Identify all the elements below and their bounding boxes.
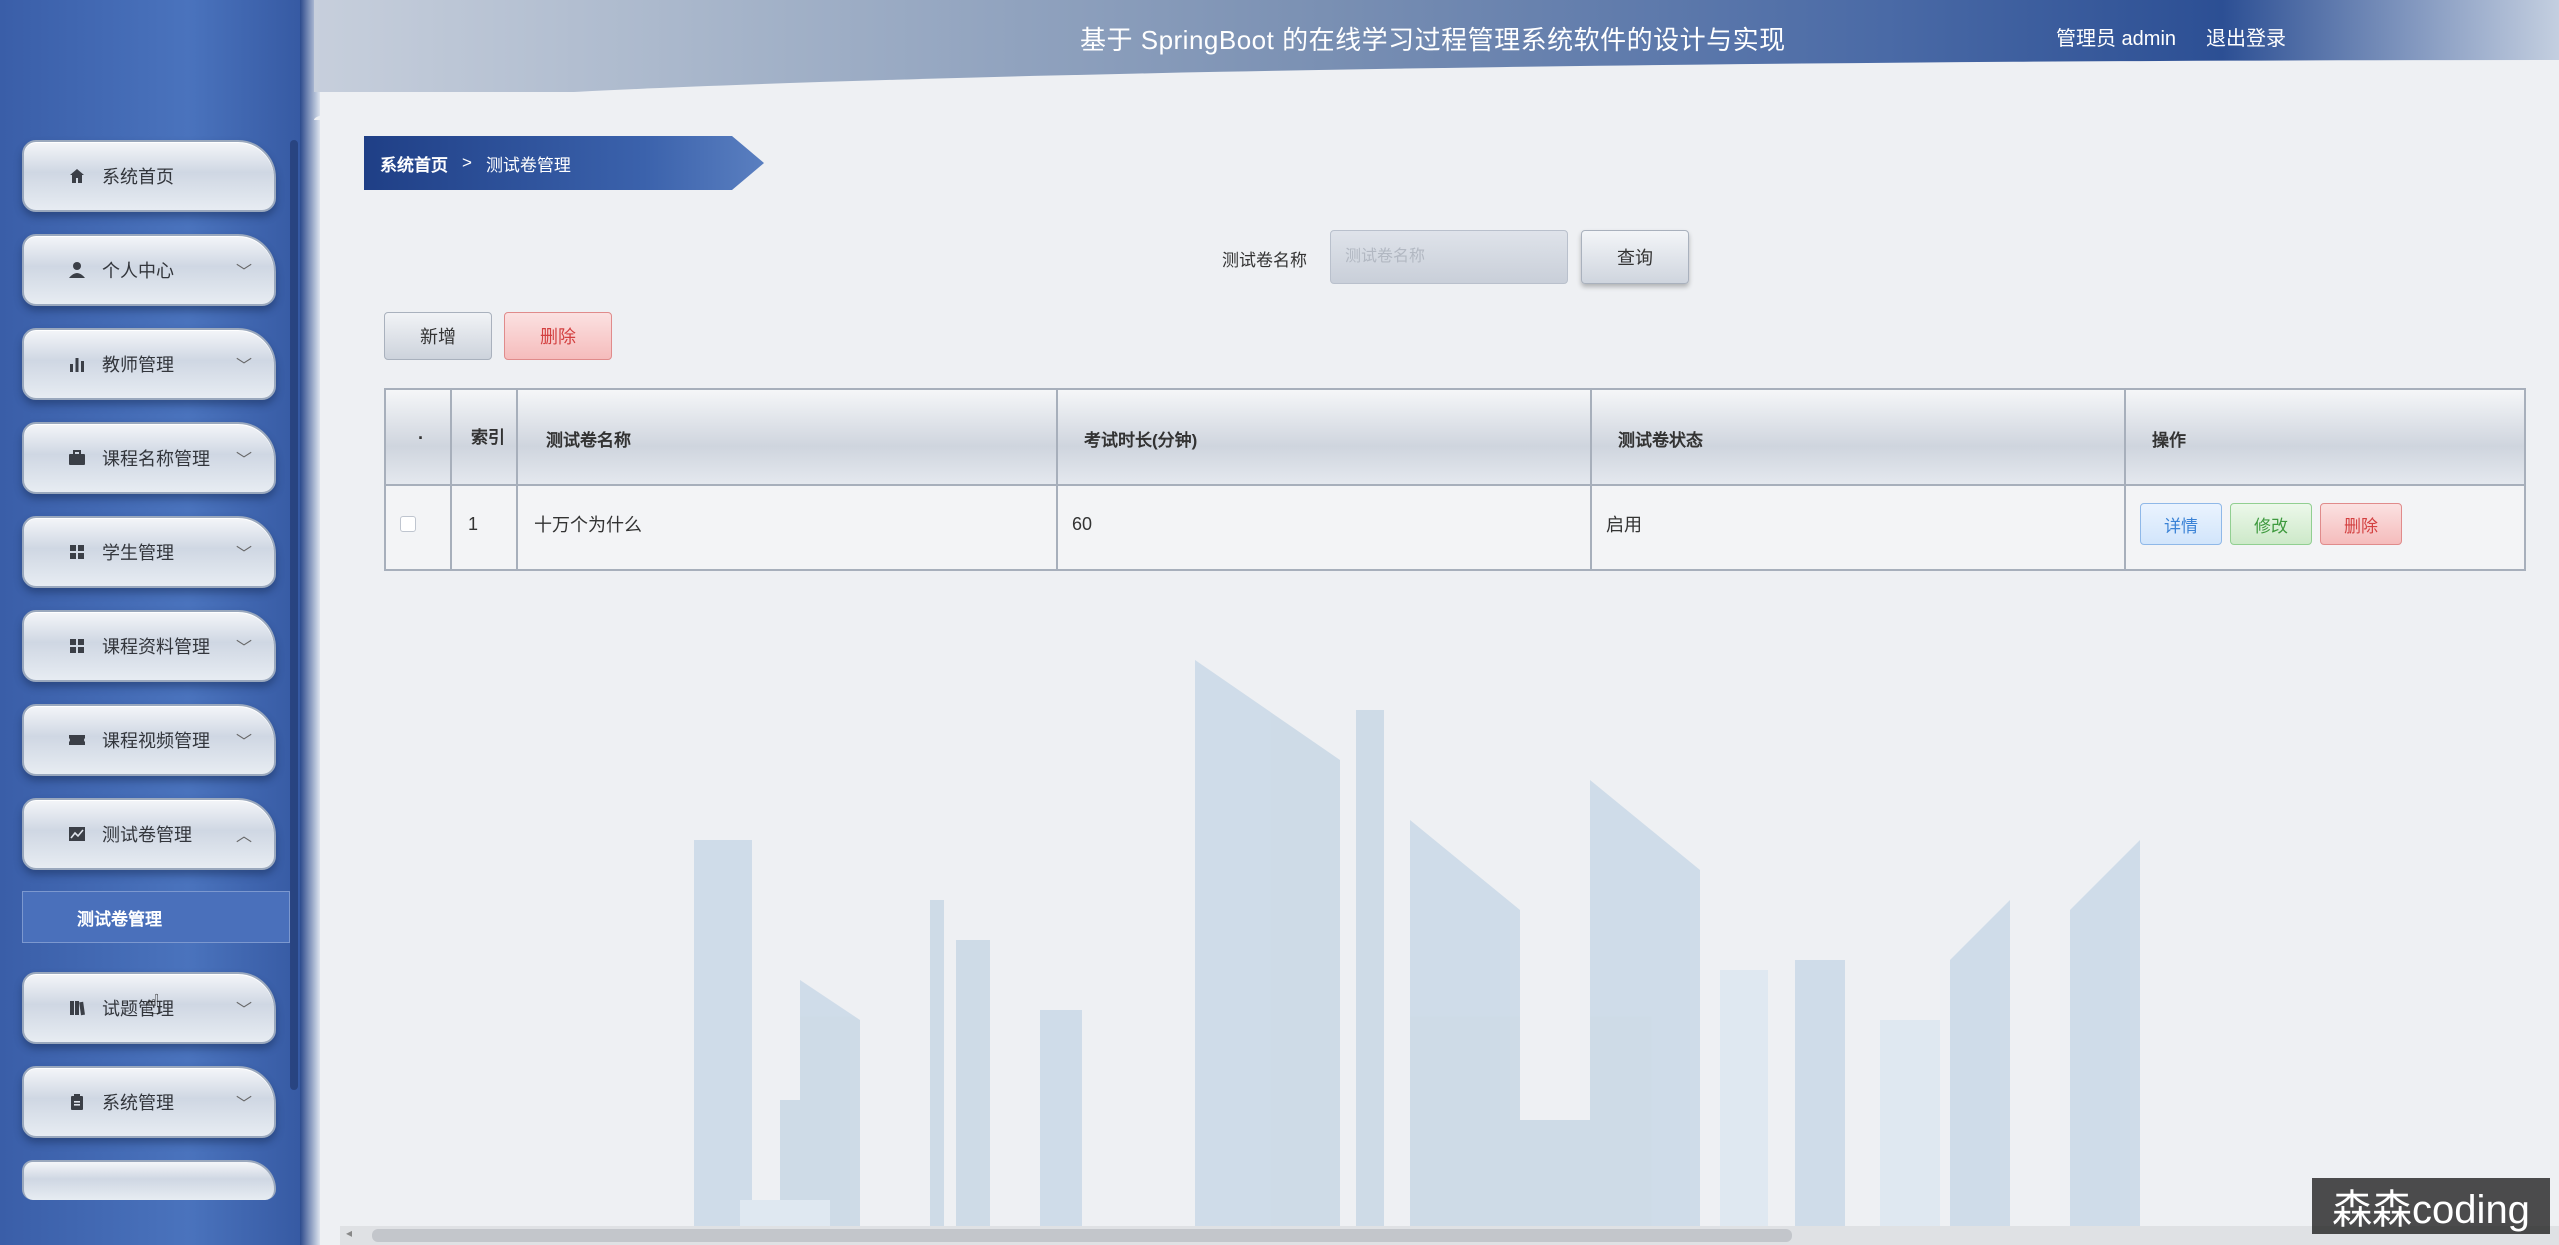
sidebar-item-profile[interactable]: 个人中心 ﹀ (22, 234, 276, 306)
bar-chart-icon (66, 353, 88, 375)
breadcrumb-separator: > (462, 153, 472, 172)
breadcrumb-home[interactable]: 系统首页 (380, 151, 448, 176)
breadcrumb: 系统首页 > 测试卷管理 (364, 136, 764, 190)
mouse-pointer-icon: ☝ (144, 989, 162, 1020)
test-paper-table: · 索引 测试卷名称 考试时长(分钟) 测试卷状态 操作 1 十万个为什么 60… (384, 388, 2526, 571)
sidebar-item-label: 教师管理 (102, 355, 174, 375)
sidebar-edge (300, 0, 320, 1245)
watermark: 森森coding (2312, 1178, 2550, 1234)
chevron-up-icon: ︿ (235, 828, 252, 845)
search-button[interactable]: 查询 (1581, 230, 1689, 284)
chevron-down-icon: ﹀ (235, 546, 252, 563)
submenu-item-label: 测试卷管理 (77, 909, 162, 929)
select-all-checkbox[interactable]: · (406, 420, 436, 456)
ticket-icon (66, 729, 88, 751)
submenu-item-test-papers[interactable]: 测试卷管理 (22, 891, 290, 943)
sidebar-item-course-materials[interactable]: 课程资料管理 ﹀ (22, 610, 276, 682)
row-duration: 60 (1072, 513, 1093, 534)
batch-delete-button[interactable]: 删除 (504, 312, 612, 360)
table-header: · 索引 测试卷名称 考试时长(分钟) 测试卷状态 操作 (386, 390, 2524, 486)
sidebar-item-course-names[interactable]: 课程名称管理 ﹀ (22, 422, 276, 494)
header-duration: 考试时长(分钟) (1084, 430, 1198, 450)
sidebar-item-label: 系统首页 (102, 167, 174, 187)
sidebar-item-partial[interactable] (22, 1160, 276, 1200)
current-user: 管理员 admin (2056, 28, 2177, 50)
row-actions: 详情 修改 删除 (2140, 503, 2410, 545)
search-input[interactable] (1330, 230, 1568, 284)
chevron-down-icon: ﹀ (235, 640, 252, 657)
sidebar-item-students[interactable]: 学生管理 ﹀ (22, 516, 276, 588)
row-checkbox[interactable] (400, 504, 416, 544)
scroll-left-icon[interactable]: ◂ (346, 1226, 352, 1240)
sidebar-item-label: 课程名称管理 (102, 449, 210, 469)
sidebar-item-label: 个人中心 (102, 261, 174, 281)
header-actions: 操作 (2152, 430, 2186, 450)
briefcase-icon (66, 447, 88, 469)
chevron-down-icon: ﹀ (235, 452, 252, 469)
row-index: 1 (468, 513, 479, 534)
detail-button[interactable]: 详情 (2140, 503, 2222, 545)
sidebar-item-label: 课程资料管理 (102, 637, 210, 657)
sidebar-item-label: 测试卷管理 (102, 825, 192, 845)
header-status: 测试卷状态 (1618, 430, 1703, 450)
sidebar-item-system[interactable]: 系统管理 ﹀ (22, 1066, 276, 1138)
column-divider (1056, 390, 1058, 569)
home-icon (66, 165, 88, 187)
header-index: 索引 (471, 428, 505, 447)
chevron-down-icon: ﹀ (235, 264, 252, 281)
sidebar-item-label: 课程视频管理 (102, 731, 210, 751)
sidebar-item-home[interactable]: 系统首页 (22, 140, 276, 212)
column-divider (516, 390, 518, 569)
chevron-down-icon: ﹀ (235, 1096, 252, 1113)
sidebar-item-test-papers[interactable]: 测试卷管理 ︿ (22, 798, 276, 870)
row-status: 启用 (1606, 515, 1642, 535)
chevron-down-icon: ﹀ (235, 1002, 252, 1019)
sidebar-item-teachers[interactable]: 教师管理 ﹀ (22, 328, 276, 400)
column-divider (450, 390, 452, 569)
user-icon (66, 259, 88, 281)
search-label: 测试卷名称 (1222, 251, 1307, 270)
sidebar-item-label: 试题管理 (102, 999, 174, 1019)
row-name: 十万个为什么 (534, 515, 642, 535)
sidebar-item-label: 学生管理 (102, 543, 174, 563)
column-divider (1590, 390, 1592, 569)
delete-button[interactable]: 删除 (2320, 503, 2402, 545)
chevron-down-icon: ﹀ (235, 734, 252, 751)
column-divider (2124, 390, 2126, 569)
sidebar-item-course-videos[interactable]: 课程视频管理 ﹀ (22, 704, 276, 776)
book-icon (66, 997, 88, 1019)
trend-icon (66, 823, 88, 845)
add-button[interactable]: 新增 (384, 312, 492, 360)
edit-button[interactable]: 修改 (2230, 503, 2312, 545)
logout-link[interactable]: 退出登录 (2206, 22, 2286, 51)
grid-icon (66, 541, 88, 563)
breadcrumb-current: 测试卷管理 (485, 155, 571, 175)
sidebar-scrollbar[interactable] (290, 140, 298, 1090)
grid-icon (66, 635, 88, 657)
header-name: 测试卷名称 (546, 430, 631, 450)
app-title: 基于 SpringBoot 的在线学习过程管理系统软件的设计与实现 (1080, 25, 1786, 55)
city-skyline-background (694, 660, 2140, 1230)
clipboard-icon (66, 1091, 88, 1113)
sidebar-item-label: 系统管理 (102, 1093, 174, 1113)
chevron-down-icon: ﹀ (235, 358, 252, 375)
horizontal-scrollbar-thumb[interactable] (372, 1229, 1792, 1242)
